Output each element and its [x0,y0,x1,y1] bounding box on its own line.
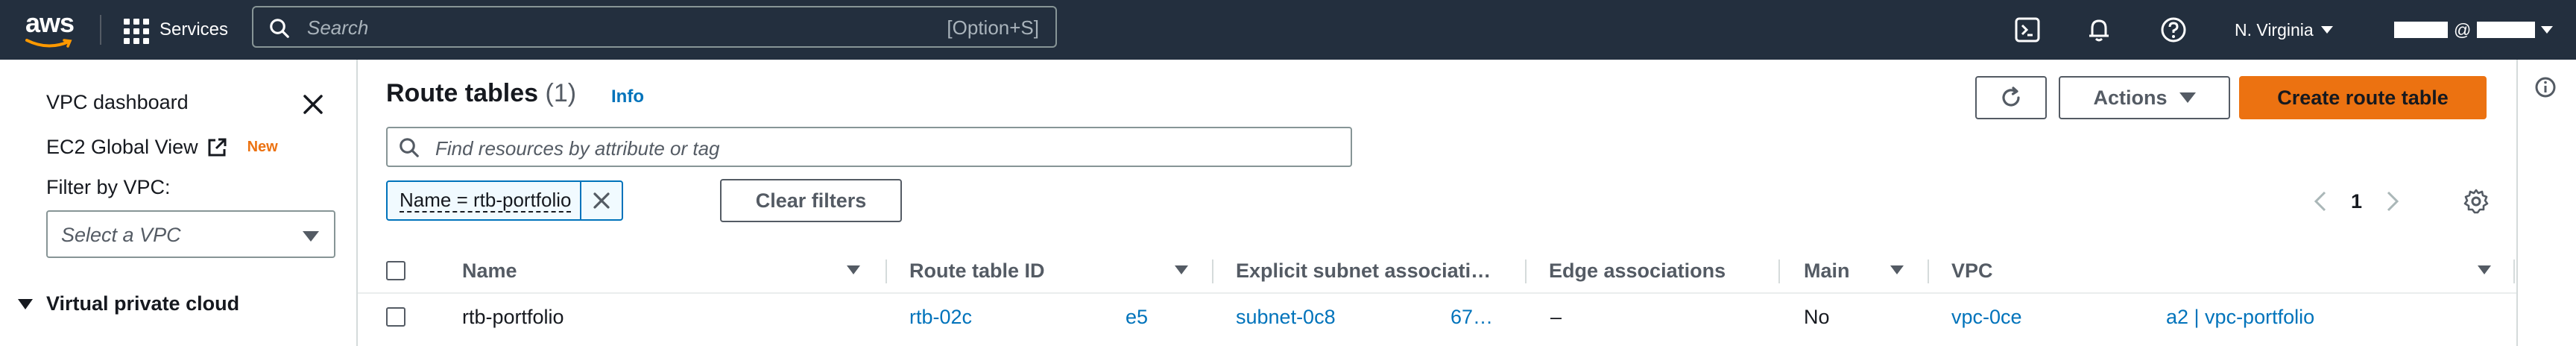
column-resizer[interactable] [1778,260,1780,283]
column-resizer[interactable] [1928,260,1929,283]
pagination: 1 [2312,186,2401,216]
sidebar-section-label: Virtual private cloud [46,292,240,315]
info-link[interactable]: Info [611,86,644,107]
refresh-icon [2002,86,2020,107]
new-badge: New [247,139,278,155]
info-icon[interactable] [2534,76,2557,98]
filter-by-vpc-label: Filter by VPC: [46,176,171,198]
column-header-route-table-id[interactable]: Route table ID [909,249,1045,292]
search-shortcut-hint: [Option+S] [947,16,1039,39]
cell-route-table-id-suffix[interactable]: e5 [1126,294,1148,340]
caret-down-icon [303,231,319,242]
column-header-main[interactable]: Main [1804,249,1850,292]
search-icon [270,19,289,38]
nav-divider [100,15,101,45]
gear-icon[interactable] [2463,188,2490,215]
global-search[interactable]: [Option+S] [252,6,1057,48]
resource-count: (1) [545,79,577,107]
top-navigation: aws Services [Option+S] [0,0,2576,60]
external-link-icon [208,138,227,156]
sort-caret-icon[interactable] [1175,265,1188,274]
aws-logo-text: aws [25,7,75,38]
column-resizer[interactable] [1212,260,1213,283]
refresh-button[interactable] [1975,76,2047,119]
create-route-table-button[interactable]: Create route table [2239,76,2487,119]
resource-search-input[interactable] [434,134,1331,163]
vpc-select-placeholder: Select a VPC [61,224,181,246]
sidebar-item-label: EC2 Global View [46,136,198,158]
clear-filters-label: Clear filters [755,189,867,212]
caret-down-icon [2179,92,2196,103]
column-resizer[interactable] [1525,260,1527,283]
sidebar-item-ec2-global-view[interactable]: EC2 Global View New [46,136,278,159]
account-id-redacted [2477,22,2536,38]
remove-filter-button[interactable] [581,182,622,219]
services-menu[interactable]: Services [122,13,228,46]
resource-search[interactable] [386,127,1352,167]
sidebar-item-vpc-dashboard[interactable]: VPC dashboard [46,91,189,114]
column-header-explicit-subnet-associations[interactable]: Explicit subnet associati… [1236,249,1491,292]
column-header-vpc[interactable]: VPC [1951,249,1993,292]
region-selector[interactable]: N. Virginia [2235,15,2333,45]
chevron-down-icon [2320,26,2333,34]
account-menu[interactable]: @ [2394,15,2554,45]
help-icon[interactable] [2159,15,2188,45]
cell-vpc-suffix[interactable]: a2 | vpc-portfolio [2166,294,2314,340]
table-header: Name Route table ID Explicit subnet asso… [358,249,2516,294]
account-at-sign: @ [2454,19,2472,40]
cell-route-table-id-link[interactable]: rtb-02c [909,294,972,340]
column-resizer[interactable] [2513,260,2515,283]
clear-filters-button[interactable]: Clear filters [720,179,902,222]
region-label: N. Virginia [2235,19,2314,40]
aws-smile-icon [25,39,72,48]
chevron-right-icon[interactable] [2384,189,2401,213]
global-search-input[interactable] [306,12,935,43]
vpc-filter-select[interactable]: Select a VPC [46,210,335,258]
table-row[interactable]: rtb-portfolio rtb-02c e5 subnet-0c8 67… … [358,294,2516,340]
sidebar-section-virtual-private-cloud[interactable]: Virtual private cloud [18,292,239,315]
services-label: Services [160,19,229,40]
cell-vpc-link[interactable]: vpc-0ce [1951,294,2022,340]
select-all-checkbox[interactable] [386,261,405,280]
page-number[interactable]: 1 [2351,190,2362,213]
column-resizer[interactable] [886,260,887,283]
column-header-name[interactable]: Name [462,249,517,292]
page-title-text: Route tables [386,79,539,107]
grid-icon [122,17,149,44]
aws-logo[interactable]: aws [25,7,75,49]
chevron-left-icon[interactable] [2312,189,2329,213]
bell-icon[interactable] [2084,15,2114,45]
main-content: Route tables (1) Info Actions Create rou… [358,60,2516,346]
cloudshell-icon[interactable] [2012,15,2042,45]
aws-console: aws Services [Option+S] [0,0,2576,346]
column-header-edge-associations[interactable]: Edge associations [1549,249,1726,292]
right-rail [2516,60,2576,346]
cell-main: No [1804,305,1830,328]
account-name-redacted [2394,22,2448,38]
search-icon [400,138,419,157]
cell-name: rtb-portfolio [462,305,564,328]
close-icon[interactable] [300,91,326,118]
sort-caret-icon[interactable] [1890,265,1904,274]
row-checkbox[interactable] [386,307,405,327]
actions-label: Actions [2093,86,2168,109]
create-route-table-label: Create route table [2277,86,2449,109]
sort-caret-icon[interactable] [847,265,860,274]
sidebar: VPC dashboard EC2 Global View New Filter… [0,60,358,346]
close-icon [593,192,610,209]
filter-token: Name = rtb-portfolio [386,180,624,221]
chevron-down-icon [2541,26,2554,34]
filter-token-text-wrap[interactable]: Name = rtb-portfolio [388,182,582,219]
cell-edge-associations: – [1550,305,1562,328]
caret-down-icon [18,298,33,309]
actions-button[interactable]: Actions [2059,76,2230,119]
cell-subnet-suffix[interactable]: 67… [1450,294,1493,340]
sort-caret-icon[interactable] [2478,265,2491,274]
page-title: Route tables (1) [386,79,576,108]
filter-token-text: Name = rtb-portfolio [400,189,572,213]
cell-subnet-link[interactable]: subnet-0c8 [1236,294,1336,340]
